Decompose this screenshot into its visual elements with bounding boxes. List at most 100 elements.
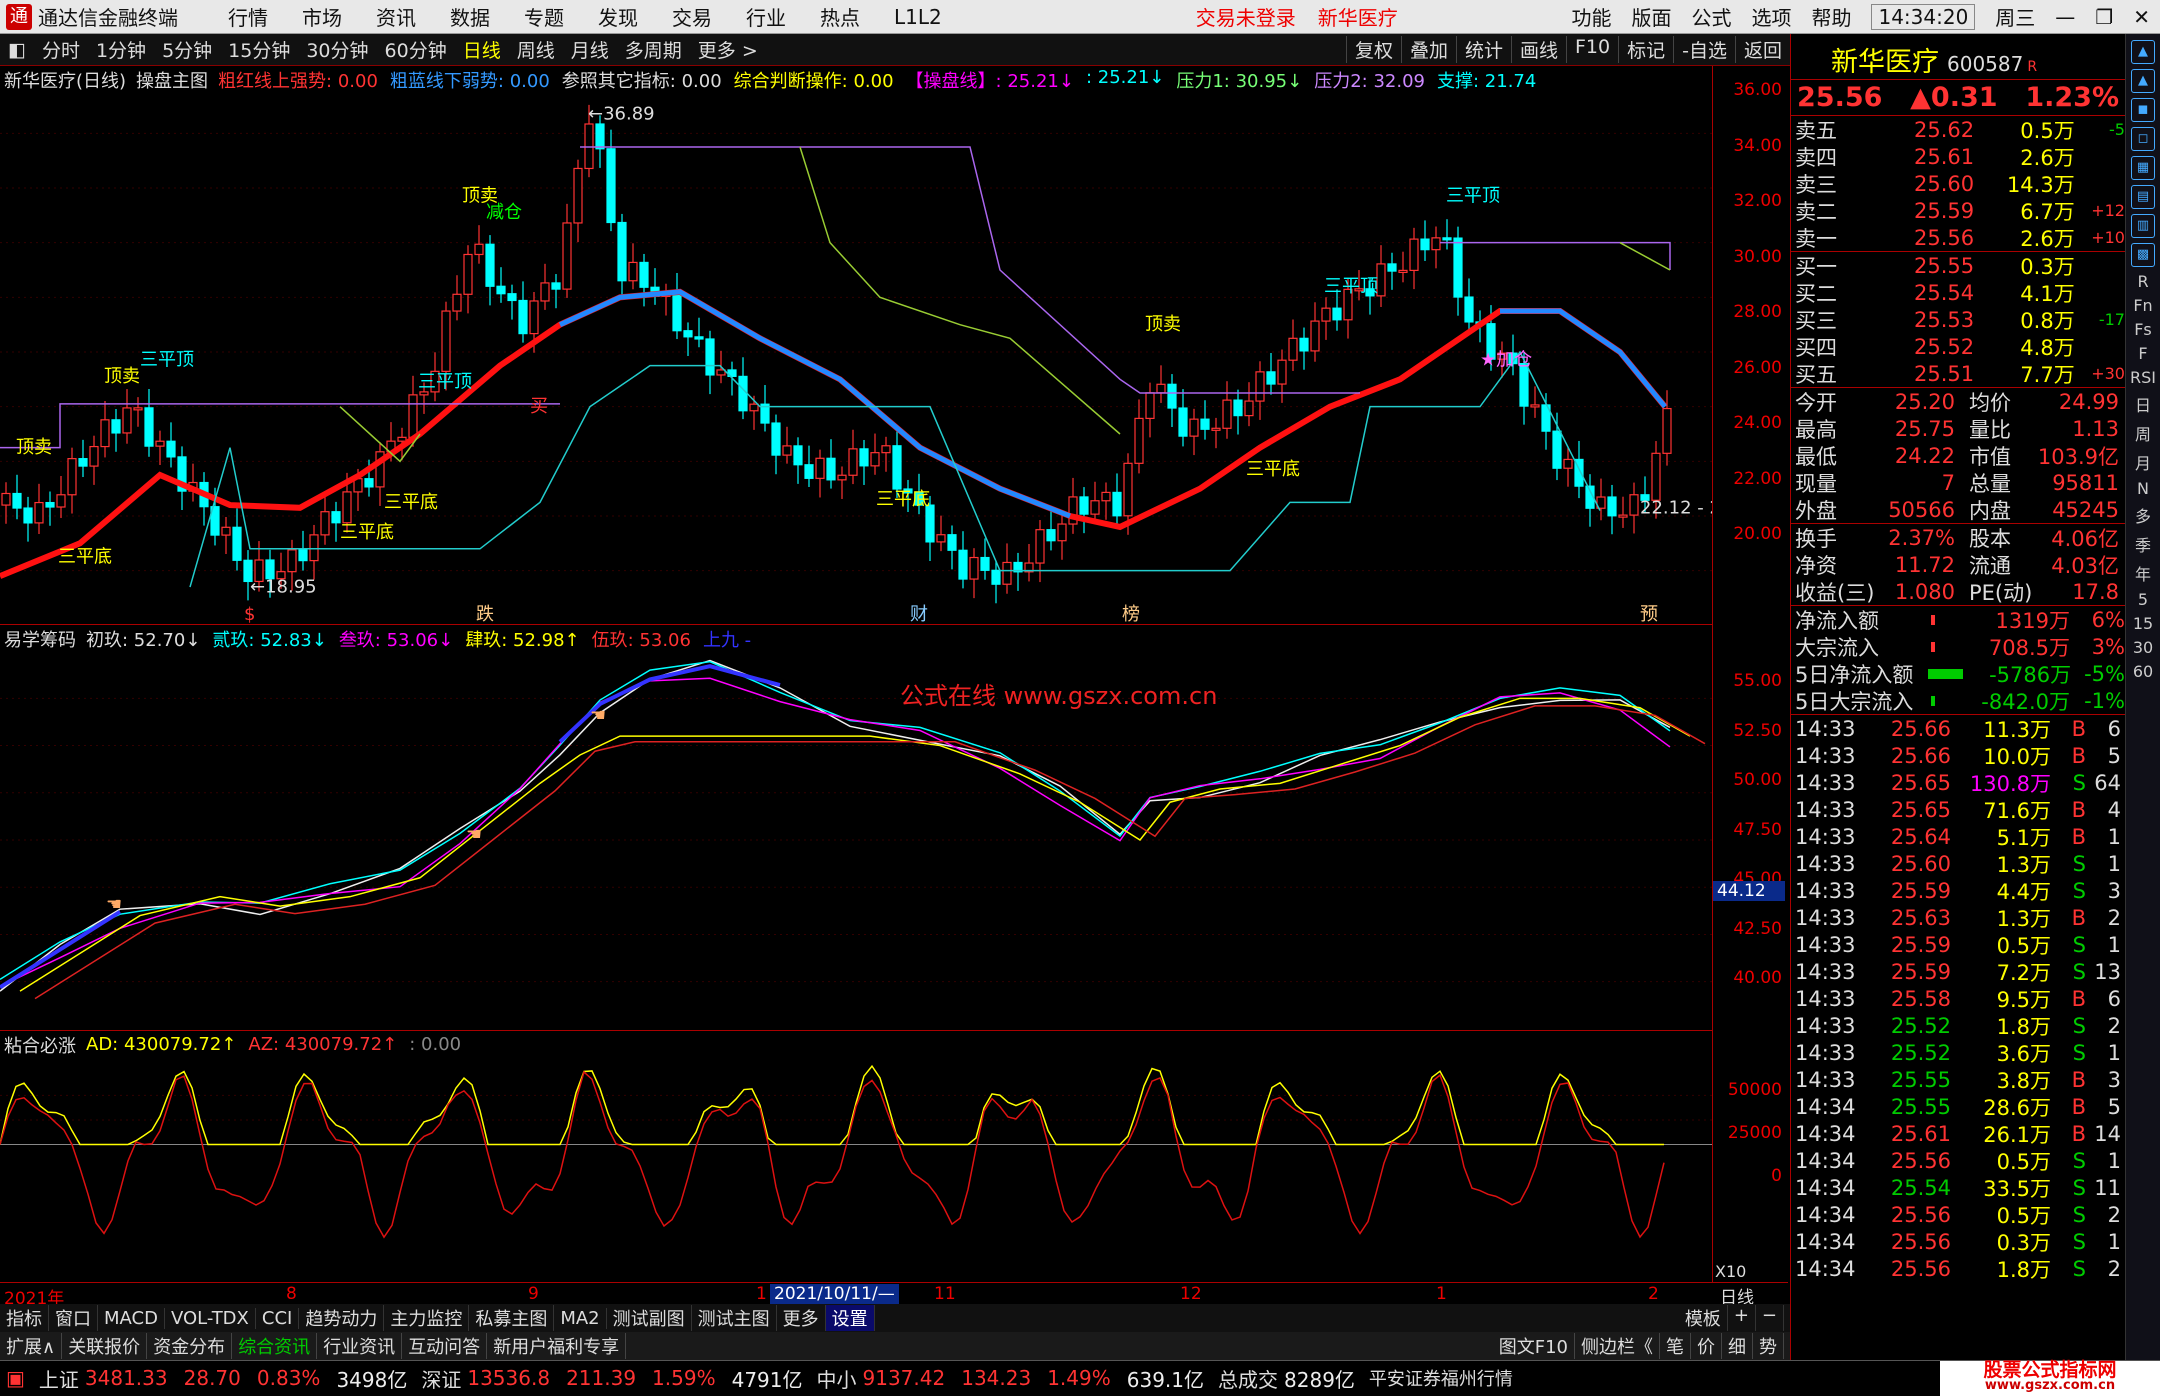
candle-body[interactable]: [1277, 359, 1287, 385]
sidebar-item[interactable]: 周: [2135, 421, 2151, 445]
candle-body[interactable]: [826, 457, 836, 481]
candle-body[interactable]: [1244, 400, 1254, 417]
minimize-icon[interactable]: —: [2055, 5, 2075, 29]
sidebar-tool-icon[interactable]: ▦: [2131, 156, 2155, 180]
candle-body[interactable]: [1453, 237, 1463, 298]
candle-body[interactable]: [111, 419, 121, 434]
toolbar-button[interactable]: 统计: [1455, 36, 1511, 63]
candle-body[interactable]: [1387, 263, 1397, 272]
stock-link[interactable]: 新华医疗: [1318, 2, 1398, 31]
candle-body[interactable]: [1409, 238, 1419, 272]
candle-body[interactable]: [1222, 399, 1232, 429]
toolbar-button[interactable]: 标记: [1618, 36, 1673, 63]
menu-toggle-icon[interactable]: ◧: [0, 39, 34, 61]
candle-body[interactable]: [969, 556, 979, 580]
order-book-row[interactable]: 买二 25.54 4.1万: [1791, 279, 2125, 306]
candle-body[interactable]: [397, 436, 407, 442]
candle-body[interactable]: [1002, 561, 1012, 585]
candle-body[interactable]: [320, 511, 330, 536]
period-tab[interactable]: 分时: [34, 36, 88, 63]
candle-body[interactable]: [1079, 496, 1089, 515]
sidebar-item[interactable]: 多: [2135, 503, 2151, 527]
extension-tab[interactable]: 综合资讯: [232, 1333, 318, 1359]
order-book-row[interactable]: 买一 25.55 0.3万: [1791, 252, 2125, 279]
candle-body[interactable]: [771, 422, 781, 456]
candle-body[interactable]: [1398, 269, 1408, 274]
candle-body[interactable]: [1607, 496, 1617, 517]
candle-body[interactable]: [1145, 392, 1155, 420]
candle-body[interactable]: [804, 464, 814, 479]
index-name[interactable]: 中小: [817, 1364, 857, 1393]
candle-body[interactable]: [23, 507, 33, 524]
menu-trade[interactable]: 交易: [672, 2, 712, 31]
extension-tab[interactable]: 关联报价: [62, 1333, 148, 1359]
candle-body[interactable]: [309, 534, 319, 562]
period-tab[interactable]: 15分钟: [220, 36, 298, 63]
template-button[interactable]: 模板: [1679, 1305, 1728, 1331]
candle-body[interactable]: [364, 478, 374, 488]
candle-body[interactable]: [683, 330, 693, 338]
candle-body[interactable]: [144, 407, 154, 447]
candle-body[interactable]: [1123, 462, 1133, 517]
view-toggle-button[interactable]: 势: [1753, 1333, 1784, 1359]
candle-body[interactable]: [936, 534, 946, 543]
sidebar-item[interactable]: Fs: [2134, 320, 2152, 339]
menu-data[interactable]: 数据: [450, 2, 490, 31]
candle-body[interactable]: [1420, 238, 1430, 251]
event-marker[interactable]: 榜: [1122, 604, 1140, 625]
period-more[interactable]: 更多 >: [690, 36, 766, 63]
order-book-row[interactable]: 卖一 25.56 2.6万 +10: [1791, 224, 2125, 251]
formula-name[interactable]: 操盘主图: [136, 67, 208, 93]
sidebar-item[interactable]: 年: [2135, 561, 2151, 585]
candle-body[interactable]: [89, 445, 99, 467]
sidebar-item[interactable]: N: [2137, 479, 2149, 498]
indicator2-chart[interactable]: [0, 1056, 1712, 1282]
candle-body[interactable]: [1464, 296, 1474, 323]
toolbar-button[interactable]: 返回: [1734, 36, 1790, 63]
candle-body[interactable]: [1134, 417, 1144, 464]
sidebar-item[interactable]: RSI: [2130, 368, 2156, 387]
sidebar-item[interactable]: 15: [2133, 614, 2153, 633]
period-tab-active[interactable]: 日线: [455, 36, 509, 63]
candle-body[interactable]: [639, 261, 649, 288]
event-marker[interactable]: $: [244, 604, 255, 625]
candle-body[interactable]: [672, 291, 682, 332]
period-tab[interactable]: 月线: [563, 36, 617, 63]
period-tab[interactable]: 周线: [509, 36, 563, 63]
period-tab[interactable]: 5分钟: [154, 36, 220, 63]
menu-industry[interactable]: 行业: [746, 2, 786, 31]
candle-body[interactable]: [1211, 427, 1221, 431]
candle-body[interactable]: [287, 549, 297, 573]
extension-tab[interactable]: 互动问答: [402, 1333, 488, 1359]
indicator-tab[interactable]: MA2: [554, 1307, 607, 1329]
candle-body[interactable]: [815, 457, 825, 479]
candle-body[interactable]: [452, 293, 462, 312]
candle-body[interactable]: [870, 452, 880, 467]
sidebar-tool-icon[interactable]: ▲: [2131, 69, 2155, 93]
candle-body[interactable]: [78, 458, 88, 467]
index-name[interactable]: 上证: [39, 1364, 79, 1393]
menu-news[interactable]: 资讯: [376, 2, 416, 31]
candle-body[interactable]: [1167, 383, 1177, 409]
sidebar-item[interactable]: 30: [2133, 638, 2153, 657]
candle-body[interactable]: [298, 549, 308, 562]
sidebar-tool-icon[interactable]: ▲: [2131, 40, 2155, 64]
candle-body[interactable]: [221, 526, 231, 536]
candle-body[interactable]: [738, 375, 748, 412]
candle-body[interactable]: [166, 440, 176, 458]
indicator-tab[interactable]: MACD: [98, 1307, 165, 1329]
candle-body[interactable]: [34, 501, 44, 524]
sidebar-tool-icon[interactable]: ▥: [2131, 214, 2155, 238]
indicator-tab[interactable]: 私募主图: [469, 1305, 555, 1331]
toolbar-button[interactable]: -自选: [1673, 36, 1735, 63]
period-tab[interactable]: 多周期: [617, 36, 690, 63]
menu-options[interactable]: 选项: [1751, 2, 1791, 31]
menu-function[interactable]: 功能: [1571, 2, 1611, 31]
view-toggle-button[interactable]: 价: [1691, 1333, 1722, 1359]
candle-body[interactable]: [122, 407, 132, 434]
candle-body[interactable]: [628, 261, 638, 282]
candle-body[interactable]: [1189, 418, 1199, 437]
indicator1-title[interactable]: 易学筹码: [4, 626, 76, 652]
candle-body[interactable]: [749, 403, 759, 412]
period-tab[interactable]: 1分钟: [88, 36, 154, 63]
